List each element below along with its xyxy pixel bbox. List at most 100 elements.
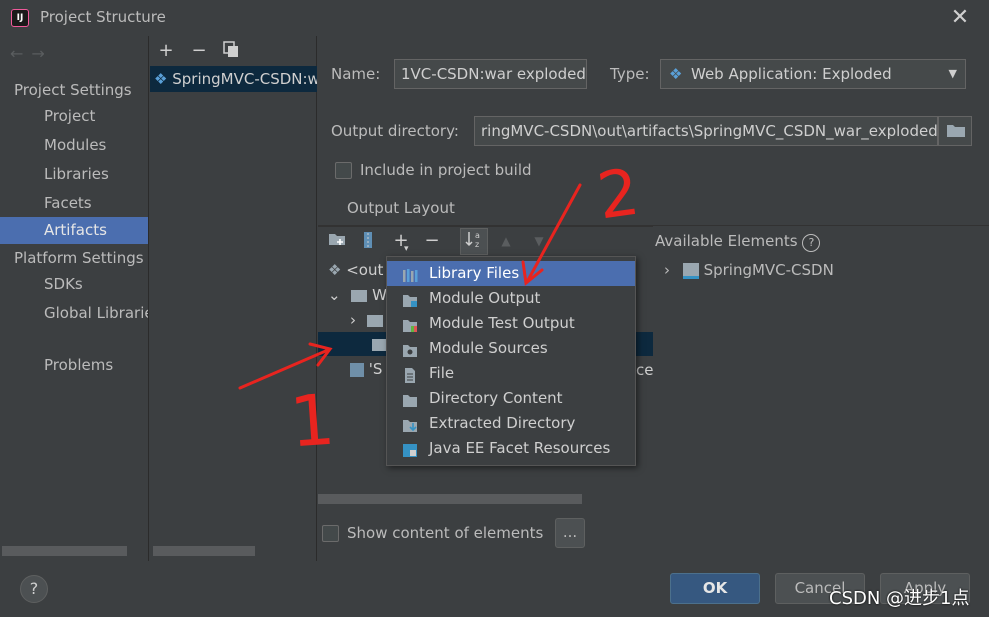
available-elements-label: Available Elements ? xyxy=(655,232,821,252)
back-forward-arrows[interactable]: ←→ xyxy=(10,44,53,63)
menu-item-module-output[interactable]: Module Output xyxy=(387,286,635,311)
artifact-list-item[interactable]: ❖ SpringMVC-CSDN:war exploded xyxy=(150,66,317,92)
module-folder-icon xyxy=(682,262,699,279)
sidebar-scrollbar[interactable] xyxy=(2,546,127,556)
nav-item-modules[interactable]: Modules xyxy=(0,132,148,159)
menu-item-directory-content[interactable]: Directory Content xyxy=(387,386,635,411)
tree-row-facet-resource-label: 'S xyxy=(368,360,383,378)
add-icon[interactable]: + xyxy=(155,40,177,62)
nav-item-problems[interactable]: Problems xyxy=(0,352,148,379)
intellij-app-icon: IJ xyxy=(11,9,29,27)
artifact-list-item-label: SpringMVC-CSDN:war exploded xyxy=(172,70,317,88)
tree-scrollbar[interactable] xyxy=(318,494,582,504)
available-elements-text: Available Elements xyxy=(655,232,798,250)
include-build-checkbox[interactable] xyxy=(335,162,352,179)
menu-item-label: Module Sources xyxy=(429,339,548,357)
nav-header-project-settings: Project Settings xyxy=(14,81,132,99)
show-content-label: Show content of elements xyxy=(347,524,544,542)
menu-item-library-files[interactable]: Library Files xyxy=(387,261,635,286)
chevron-down-icon: ▼ xyxy=(948,67,957,80)
menu-item-label: File xyxy=(429,364,455,382)
sort-elements-icon[interactable]: az xyxy=(460,228,488,255)
forward-arrow-icon[interactable]: → xyxy=(31,44,52,63)
folder-icon xyxy=(351,289,368,302)
module-output-icon xyxy=(402,291,418,307)
add-copy-of-icon[interactable]: + ▾ xyxy=(390,230,412,254)
move-down-icon[interactable]: ▼ xyxy=(528,230,550,252)
javaee-icon xyxy=(402,441,418,457)
close-icon[interactable]: ✕ xyxy=(948,6,972,30)
module-sources-icon xyxy=(402,341,418,357)
folder-icon xyxy=(366,314,383,327)
output-layout-label: Output Layout xyxy=(347,199,455,217)
file-icon xyxy=(402,366,418,383)
show-content-checkbox[interactable] xyxy=(322,525,339,542)
type-label: Type: xyxy=(610,65,650,83)
window-title: Project Structure xyxy=(40,8,166,26)
copy-icon[interactable] xyxy=(220,40,242,62)
nav-item-facets[interactable]: Facets xyxy=(0,190,148,217)
create-archive-icon[interactable] xyxy=(357,231,379,253)
available-tree-row[interactable]: › SpringMVC-CSDN xyxy=(664,261,834,279)
annotation-number-2: 2 xyxy=(593,155,644,235)
artifacts-list-panel xyxy=(149,36,317,561)
menu-item-javaee-facet-resources[interactable]: Java EE Facet Resources xyxy=(387,436,635,461)
nav-item-global-libraries[interactable]: Global Libraries xyxy=(0,300,148,327)
svg-text:a: a xyxy=(475,231,480,240)
extracted-directory-icon xyxy=(402,416,418,432)
module-test-output-icon xyxy=(402,316,418,332)
chevron-right-icon: › xyxy=(350,311,356,329)
nav-header-platform-settings: Platform Settings xyxy=(14,249,144,267)
type-select-value: Web Application: Exploded xyxy=(691,65,892,83)
annotation-number-1: 1 xyxy=(287,378,338,464)
svg-text:z: z xyxy=(475,240,479,249)
directory-icon xyxy=(402,391,418,407)
menu-item-label: Extracted Directory xyxy=(429,414,576,432)
folder-icon xyxy=(947,125,965,137)
chevron-right-icon: › xyxy=(664,261,670,279)
artifact-root-icon: ❖ xyxy=(328,261,342,279)
help-circle-icon[interactable]: ? xyxy=(802,234,821,252)
list-scrollbar[interactable] xyxy=(153,546,255,556)
remove-element-icon[interactable]: − xyxy=(421,230,443,252)
tree-row-output-root-label: <out xyxy=(346,261,384,279)
move-up-icon[interactable]: ▲ xyxy=(495,230,517,252)
nav-item-libraries[interactable]: Libraries xyxy=(0,161,148,188)
include-build-label: Include in project build xyxy=(360,161,532,179)
watermark-text: CSDN @进步1点 xyxy=(829,588,970,609)
back-arrow-icon[interactable]: ← xyxy=(10,44,31,63)
web-app-icon: ❖ xyxy=(669,65,683,83)
divider xyxy=(318,225,989,226)
add-copy-popup-menu: Library Files Module Output Module Test … xyxy=(386,256,636,466)
menu-item-label: Library Files xyxy=(429,264,520,282)
menu-item-label: Module Test Output xyxy=(429,314,575,332)
ok-button[interactable]: OK xyxy=(670,573,760,604)
menu-item-label: Java EE Facet Resources xyxy=(429,439,611,457)
nav-item-project[interactable]: Project xyxy=(0,103,148,130)
available-tree-row-label: SpringMVC-CSDN xyxy=(703,261,834,279)
nav-item-artifacts[interactable]: Artifacts xyxy=(0,217,148,244)
output-directory-label: Output directory: xyxy=(331,122,459,140)
show-content-options-button[interactable]: ... xyxy=(555,518,585,548)
create-directory-icon[interactable] xyxy=(326,231,348,253)
menu-item-module-sources[interactable]: Module Sources xyxy=(387,336,635,361)
nav-item-sdks[interactable]: SDKs xyxy=(0,271,148,298)
menu-item-extracted-directory[interactable]: Extracted Directory xyxy=(387,411,635,436)
menu-item-label: Module Output xyxy=(429,289,541,307)
output-directory-field[interactable]: ringMVC-CSDN\out\artifacts\SpringMVC_CSD… xyxy=(474,116,938,146)
tree-row-web-inf-label: W xyxy=(372,286,387,304)
chevron-down-icon: ⌄ xyxy=(328,286,341,304)
menu-item-file[interactable]: File xyxy=(387,361,635,386)
web-artifact-icon: ❖ xyxy=(154,70,168,88)
name-label: Name: xyxy=(331,65,381,83)
remove-icon[interactable]: − xyxy=(188,40,210,62)
menu-item-module-test-output[interactable]: Module Test Output xyxy=(387,311,635,336)
type-select[interactable]: ❖ Web Application: Exploded ▼ xyxy=(660,59,966,89)
name-field[interactable]: 1VC-CSDN:war exploded xyxy=(394,59,587,89)
tree-row-facet-suffix: ce xyxy=(636,361,654,379)
menu-item-label: Directory Content xyxy=(429,389,563,407)
browse-folder-button[interactable] xyxy=(938,116,972,146)
facet-resource-icon xyxy=(350,362,364,377)
help-button[interactable]: ? xyxy=(20,575,48,603)
library-icon xyxy=(402,266,418,282)
